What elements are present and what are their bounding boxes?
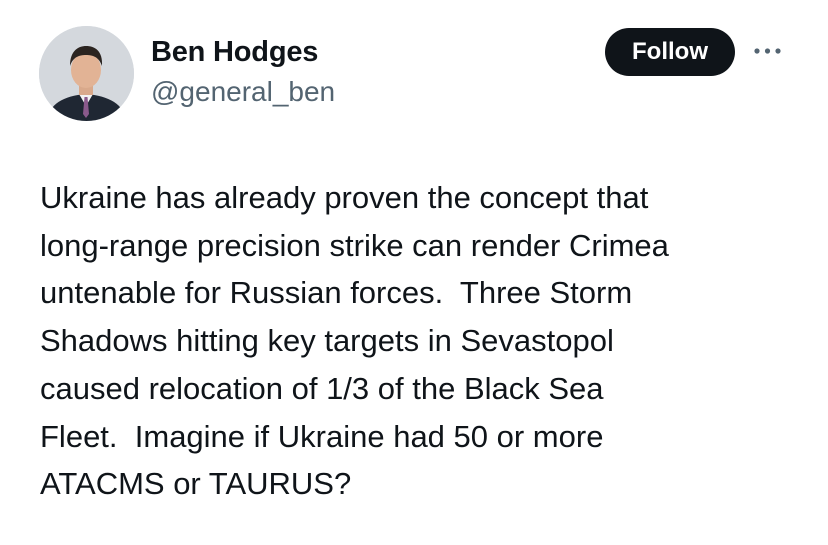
tweet-text-line: ATACMS or TAURUS? <box>40 466 352 502</box>
tweet-text-line: long-range precision strike can render C… <box>40 227 669 263</box>
tweet-text-line: Shadows hitting key targets in Sevastopo… <box>40 323 614 359</box>
tweet-card: Ben Hodges @general_ben Follow Ukraine h… <box>0 0 828 545</box>
tweet-text-line: caused relocation of 1/3 of the Black Se… <box>40 370 604 406</box>
author-handle[interactable]: @general_ben <box>151 75 335 109</box>
more-horizontal-icon[interactable] <box>752 41 784 61</box>
tweet-text-line: untenable for Russian forces. Three Stor… <box>40 275 633 311</box>
avatar[interactable] <box>39 26 134 121</box>
tweet-text-line: Ukraine has already proven the concept t… <box>40 180 649 215</box>
author-display-name[interactable]: Ben Hodges <box>151 34 318 70</box>
follow-button[interactable]: Follow <box>605 28 735 76</box>
tweet-text-line: Fleet. Imagine if Ukraine had 50 or more <box>40 418 604 454</box>
profile-photo-icon <box>39 26 134 121</box>
tweet-text: Ukraine has already proven the concept t… <box>40 174 810 508</box>
